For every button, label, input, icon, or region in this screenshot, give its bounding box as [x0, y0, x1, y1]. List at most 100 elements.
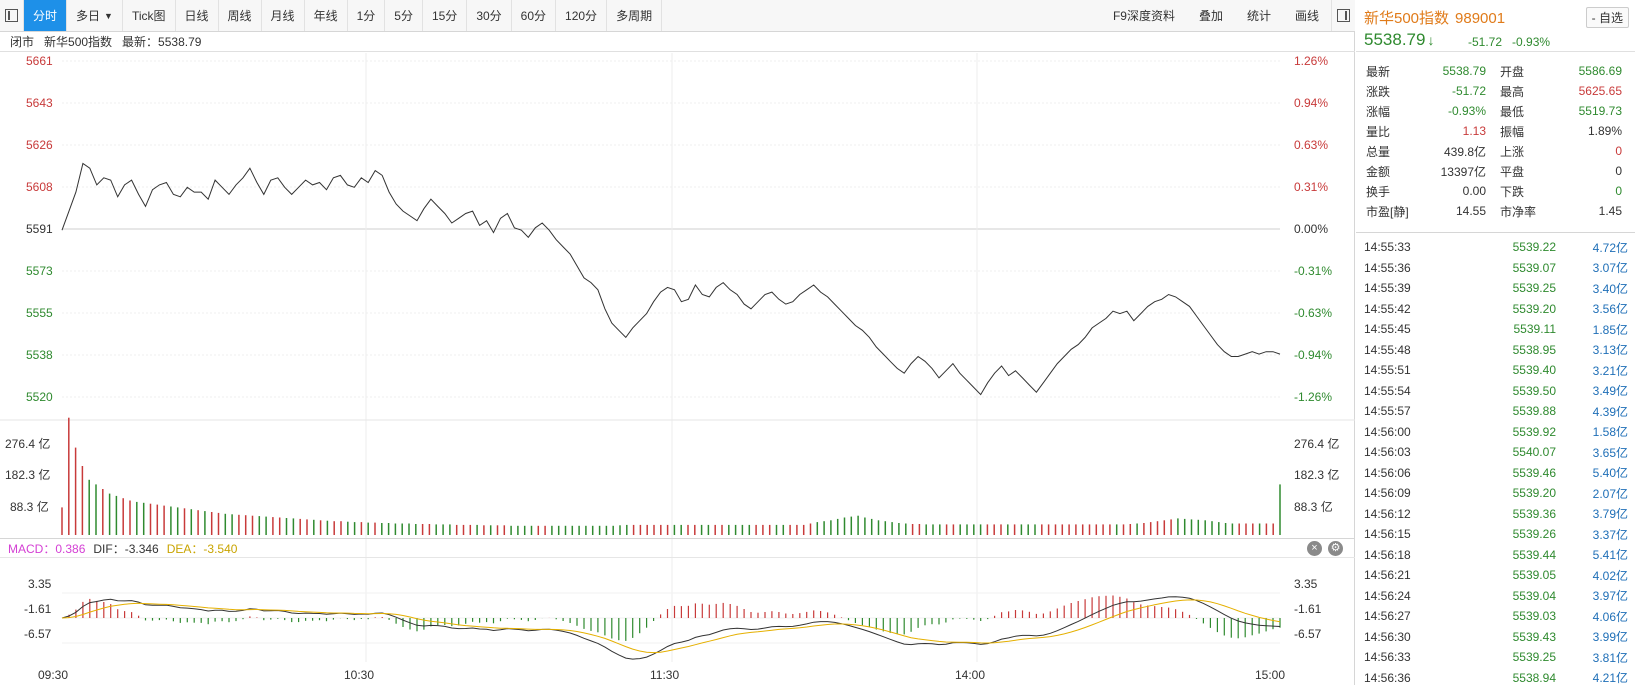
tick-row: 14:56:09 5539.20 2.07亿	[1356, 483, 1635, 504]
tick-time: 14:56:24	[1364, 588, 1411, 603]
change-value: -51.72	[1468, 35, 1503, 49]
tick-row: 14:56:12 5539.36 3.79亿	[1356, 504, 1635, 525]
tick-price: 5538.95	[1512, 342, 1556, 357]
tick-price: 5539.46	[1512, 465, 1556, 480]
quote-value: 13397亿	[1440, 164, 1486, 179]
tick-amount: 4.06亿	[1592, 609, 1628, 624]
macd-tick-label: -6.57	[1294, 627, 1322, 641]
add-favorite-button[interactable]: - 自选	[1585, 7, 1629, 28]
tick-price: 5539.25	[1512, 650, 1556, 665]
tick-row: 14:55:42 5539.20 3.56亿	[1356, 299, 1635, 320]
quote-header: 新华500指数 989001 - 自选 5538.79 ↓ -51.72 -0.93%	[1356, 0, 1635, 52]
tick-amount: 4.72亿	[1592, 240, 1628, 255]
tick-row: 14:56:30 5539.43 3.99亿	[1356, 627, 1635, 648]
macd-tick-label: -6.57	[24, 627, 52, 641]
price-tick-label: 5555	[26, 306, 53, 320]
tick-row: 14:55:45 5539.11 1.85亿	[1356, 319, 1635, 340]
tick-amount: 3.56亿	[1592, 302, 1628, 317]
quote-value: 5625.65	[1578, 84, 1622, 98]
quote-row: 涨幅 -0.93% 最低 5519.73	[1356, 101, 1635, 121]
tick-amount: 3.81亿	[1592, 650, 1628, 665]
quote-row: 市盈[静] 14.55 市净率 1.45	[1356, 201, 1635, 221]
arrow-down-icon: ↓	[1427, 32, 1435, 48]
quote-panel: 新华500指数 989001 - 自选 5538.79 ↓ -51.72 -0.93%…	[1356, 0, 1635, 685]
volume-tick-label: 88.3 亿	[10, 500, 49, 514]
tick-amount: 3.40亿	[1592, 281, 1628, 296]
quote-value: 1.13	[1462, 124, 1486, 138]
tick-time: 14:56:09	[1364, 486, 1411, 501]
volume-tick-label: 276.4 亿	[5, 437, 51, 451]
quote-value: 5519.73	[1578, 104, 1622, 118]
price-tick-label: 5591	[26, 222, 53, 236]
quote-value: 0	[1615, 144, 1622, 158]
tick-price: 5539.20	[1512, 486, 1556, 501]
tick-amount: 5.41亿	[1592, 548, 1628, 563]
pct-tick-label: -0.63%	[1294, 306, 1333, 320]
chart-canvas[interactable]	[0, 0, 1355, 685]
pct-tick-label: -0.94%	[1294, 348, 1333, 362]
tick-time: 14:55:45	[1364, 322, 1411, 337]
quote-value: 0	[1615, 164, 1622, 178]
quote-label: 换手	[1366, 184, 1391, 199]
tick-row: 14:55:57 5539.88 4.39亿	[1356, 401, 1635, 422]
tick-price: 5539.50	[1512, 383, 1556, 398]
quote-label: 总量	[1366, 144, 1391, 159]
dif-value: DIF：-3.346	[93, 541, 159, 556]
tick-row: 14:56:36 5538.94 4.21亿	[1356, 668, 1635, 685]
gear-icon[interactable]: ⚙	[1328, 541, 1343, 556]
tick-price: 5539.03	[1512, 609, 1556, 624]
macd-header: MACD：0.386 DIF：-3.346 DEA：-3.540 × ⚙	[0, 538, 1355, 558]
tick-row: 14:55:54 5539.50 3.49亿	[1356, 381, 1635, 402]
app-window: 分时 多日 ▼ Tick图 日线 周线 月线 年线 1分 5分 15分 30分 6…	[0, 0, 1635, 685]
quote-label: 金额	[1366, 164, 1391, 179]
tick-amount: 1.58亿	[1592, 425, 1628, 440]
tick-list[interactable]: 14:55:33 5539.22 4.72亿 14:55:36 5539.07 3.07亿…	[1356, 232, 1635, 685]
tick-price: 5539.26	[1512, 527, 1556, 542]
price-tick-label: 5573	[26, 264, 53, 278]
volume-tick-label: 88.3 亿	[1294, 500, 1333, 514]
pct-tick-label: -1.26%	[1294, 390, 1333, 404]
price-value: 5538.79	[1364, 30, 1426, 49]
tick-time: 14:56:00	[1364, 424, 1411, 439]
tick-amount: 3.07亿	[1592, 261, 1628, 276]
quote-value: 1.89%	[1587, 124, 1622, 138]
quote-label: 最高	[1500, 84, 1525, 99]
tick-row: 14:56:15 5539.26 3.37亿	[1356, 524, 1635, 545]
quote-label: 量比	[1366, 124, 1391, 139]
tick-time: 14:55:42	[1364, 301, 1411, 316]
quote-label: 最新	[1366, 64, 1391, 79]
tick-amount: 3.49亿	[1592, 384, 1628, 399]
tick-price: 5539.25	[1512, 281, 1556, 296]
current-price: 5538.79 ↓	[1364, 30, 1434, 50]
quote-label: 涨幅	[1366, 104, 1391, 119]
quote-value: -51.72	[1451, 84, 1486, 98]
tick-time: 14:56:06	[1364, 465, 1411, 480]
tick-row: 14:56:21 5539.05 4.02亿	[1356, 565, 1635, 586]
change-pct: -0.93%	[1512, 35, 1551, 49]
tick-row: 14:56:33 5539.25 3.81亿	[1356, 647, 1635, 668]
volume-tick-label: 276.4 亿	[1294, 437, 1340, 451]
tick-row: 14:55:48 5538.95 3.13亿	[1356, 340, 1635, 361]
tick-price: 5540.07	[1512, 445, 1556, 460]
tick-price: 5539.04	[1512, 588, 1556, 603]
tick-amount: 1.85亿	[1592, 322, 1628, 337]
pct-tick-label: 1.26%	[1294, 54, 1329, 68]
chart-area: 分时 多日 ▼ Tick图 日线 周线 月线 年线 1分 5分 15分 30分 6…	[0, 0, 1355, 685]
tick-time: 14:56:30	[1364, 629, 1411, 644]
quote-row: 涨跌 -51.72 最高 5625.65	[1356, 81, 1635, 101]
close-icon[interactable]: ×	[1307, 541, 1322, 556]
price-tick-label: 5626	[26, 138, 53, 152]
macd-controls: × ⚙	[1307, 541, 1343, 556]
tick-row: 14:56:27 5539.03 4.06亿	[1356, 606, 1635, 627]
tick-time: 14:55:57	[1364, 404, 1411, 419]
dea-value: DEA：-3.540	[166, 541, 238, 556]
quote-value: -0.93%	[1447, 104, 1486, 118]
tick-row: 14:55:39 5539.25 3.40亿	[1356, 278, 1635, 299]
pct-tick-label: 0.31%	[1294, 180, 1329, 194]
quote-row: 量比 1.13 振幅 1.89%	[1356, 121, 1635, 141]
tick-amount: 3.79亿	[1592, 507, 1628, 522]
quote-value: 5538.79	[1442, 64, 1486, 78]
price-tick-label: 5608	[26, 180, 53, 194]
quote-value: 5586.69	[1578, 64, 1622, 78]
tick-time: 14:56:36	[1364, 670, 1411, 685]
